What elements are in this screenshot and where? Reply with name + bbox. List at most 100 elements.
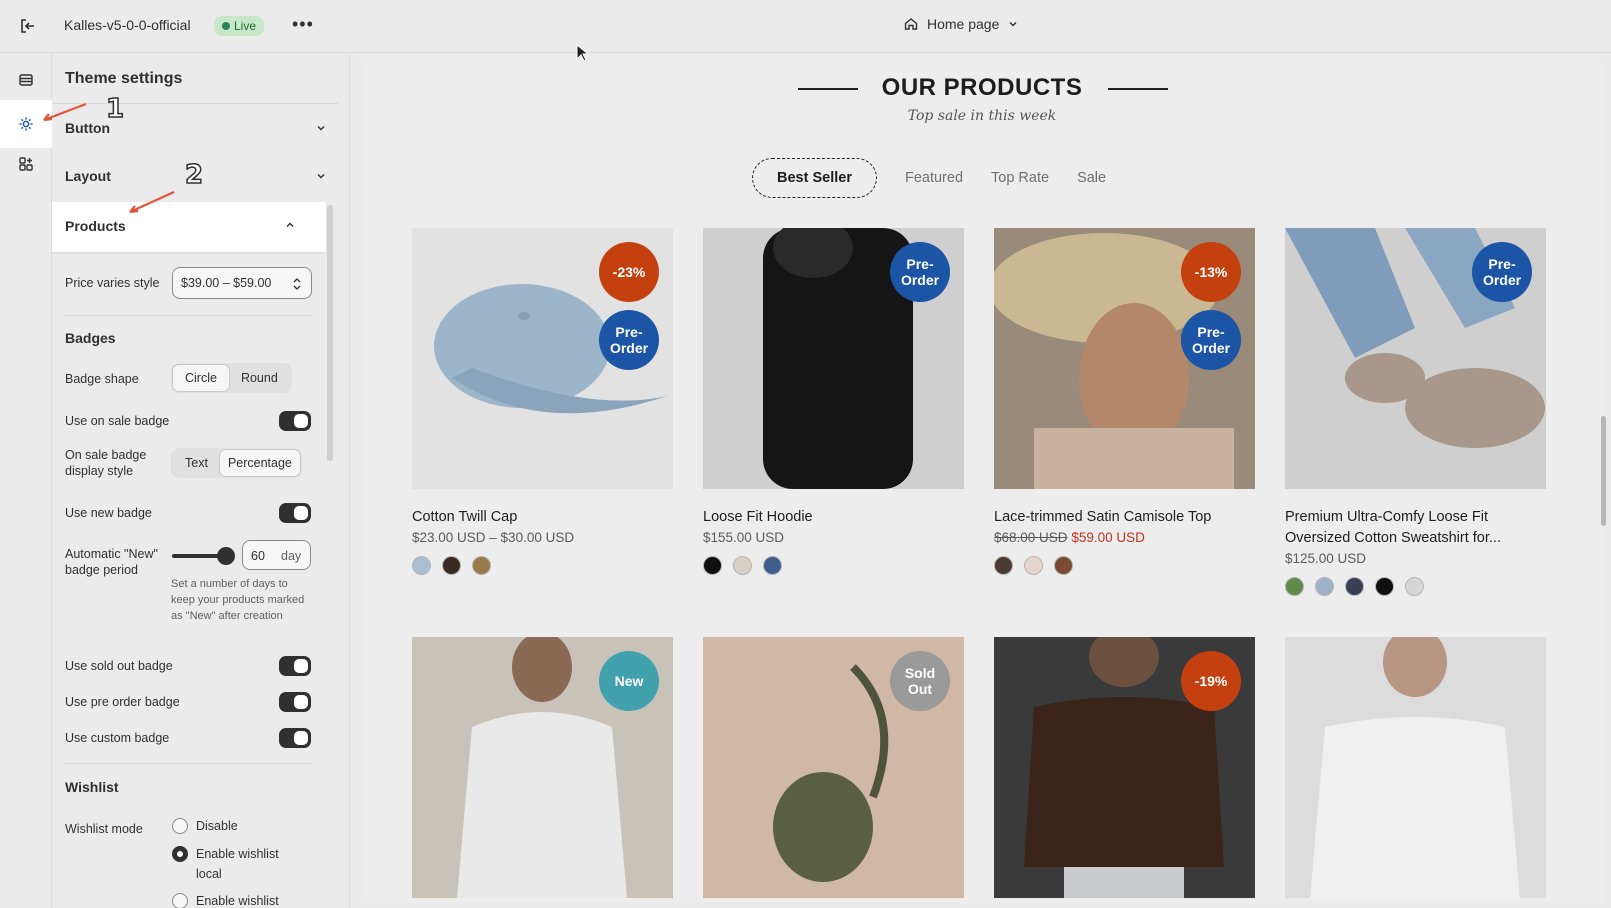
swatch[interactable] <box>1405 577 1424 596</box>
swatch[interactable] <box>442 556 461 575</box>
swatch[interactable] <box>1054 556 1073 575</box>
product-price: $125.00 USD <box>1285 551 1367 566</box>
product-card[interactable] <box>1285 637 1546 898</box>
product-card[interactable]: Pre- Order Loose Fit Hoodie $155.00 USD <box>703 228 964 575</box>
swatch[interactable] <box>1375 577 1394 596</box>
swatch[interactable] <box>472 556 491 575</box>
use-new-badge-toggle[interactable] <box>279 503 311 523</box>
pre-order-badge: Pre- Order <box>1181 310 1241 370</box>
use-pre-order-badge-label: Use pre order badge <box>65 695 180 709</box>
product-card[interactable]: -13% Pre- Order Lace-trimmed Satin Camiso… <box>994 228 1255 575</box>
original-price: $68.00 USD <box>994 530 1068 545</box>
page-selector[interactable]: Home page <box>903 16 1019 32</box>
live-status-badge: Live <box>214 16 265 36</box>
swatch[interactable] <box>1315 577 1334 596</box>
select-arrows-icon <box>293 278 301 290</box>
divider <box>65 763 311 764</box>
tab-top-rate[interactable]: Top Rate <box>991 170 1049 186</box>
swatch[interactable] <box>733 556 752 575</box>
panel-scrollbar[interactable] <box>327 205 333 461</box>
product-image[interactable]: -23% Pre- Order <box>412 228 673 489</box>
price-varies-style-value: $39.00 – $59.00 <box>181 276 272 290</box>
display-style-text[interactable]: Text <box>173 450 220 476</box>
new-badge-period-input[interactable]: 60 day <box>242 540 311 570</box>
product-image[interactable]: -13% Pre- Order <box>994 228 1255 489</box>
new-badge-period-help: Set a number of days to keep your produc… <box>171 578 305 622</box>
sold-out-badge: Sold Out <box>890 651 950 711</box>
discount-badge: -13% <box>1181 242 1241 302</box>
product-image[interactable]: -19% <box>994 637 1255 898</box>
use-sold-out-badge-toggle[interactable] <box>279 656 311 676</box>
product-price: $23.00 USD – $30.00 USD <box>412 530 575 545</box>
wishlist-disable-radio[interactable] <box>172 818 188 834</box>
swatch[interactable] <box>703 556 722 575</box>
wishlist-local-radio[interactable] <box>172 846 188 862</box>
product-name[interactable]: Cotton Twill Cap <box>412 507 673 528</box>
new-badge-period-slider-handle[interactable] <box>217 547 235 565</box>
product-image[interactable] <box>1285 637 1546 898</box>
product-card[interactable]: -23% Pre- Order Cotton Twill Cap $23.00 U… <box>412 228 673 575</box>
home-icon <box>904 18 918 30</box>
product-card[interactable]: Sold Out <box>703 637 964 898</box>
use-new-badge-label: Use new badge <box>65 506 152 520</box>
swatch[interactable] <box>1345 577 1364 596</box>
chevron-up-icon <box>286 222 294 227</box>
pre-order-badge: Pre- Order <box>890 242 950 302</box>
badge-shape-round[interactable]: Round <box>229 365 290 391</box>
use-custom-badge-toggle[interactable] <box>279 728 311 748</box>
badge-shape-label: Badge shape <box>65 372 139 386</box>
discount-badge: -23% <box>599 242 659 302</box>
product-card[interactable]: -19% <box>994 637 1255 898</box>
preview-scrollbar[interactable] <box>1601 416 1606 526</box>
exit-icon[interactable] <box>17 15 39 37</box>
product-card[interactable]: Pre- Order Premium Ultra-Comfy Loose Fit … <box>1285 228 1546 596</box>
price-varies-style-select[interactable]: $39.00 – $59.00 <box>172 267 312 299</box>
display-style-label: On sale badge display style <box>65 448 147 478</box>
sections-icon[interactable] <box>10 64 42 96</box>
mouse-cursor-icon <box>576 44 588 62</box>
product-image[interactable]: New <box>412 637 673 898</box>
store-name: Kalles-v5-0-0-official <box>64 17 191 33</box>
badges-title: Badges <box>65 330 116 346</box>
product-image[interactable]: Pre- Order <box>1285 228 1546 489</box>
wishlist-local-label: Enable wishlist local <box>196 847 279 881</box>
pre-order-badge: Pre- Order <box>599 310 659 370</box>
use-pre-order-badge-toggle[interactable] <box>279 692 311 712</box>
wishlist-disable-label: Disable <box>196 819 238 833</box>
display-style-percentage[interactable]: Percentage <box>219 450 300 476</box>
badge-shape-circle[interactable]: Circle <box>173 365 229 391</box>
product-image[interactable]: Pre- Order <box>703 228 964 489</box>
preview-canvas: OUR PRODUCTS Top sale in this week Best … <box>362 62 1602 902</box>
products-section-subtitle: Top sale in this week <box>907 108 1057 124</box>
wishlist-mode-label: Wishlist mode <box>65 822 143 836</box>
product-image[interactable]: Sold Out <box>703 637 964 898</box>
color-swatches <box>412 556 673 575</box>
use-custom-badge-label: Use custom badge <box>65 731 170 745</box>
use-sold-out-badge-label: Use sold out badge <box>65 659 173 673</box>
badge-shape-segmented: Circle Round <box>171 363 292 393</box>
chevron-down-icon <box>317 126 325 131</box>
wishlist-enable-radio[interactable] <box>172 893 188 908</box>
sale-price: $59.00 USD <box>1071 530 1145 545</box>
swatch[interactable] <box>1285 577 1304 596</box>
swatch[interactable] <box>763 556 782 575</box>
top-bar: Kalles-v5-0-0-official Live ••• Home pag… <box>0 0 1611 62</box>
swatch[interactable] <box>412 556 431 575</box>
panel-title: Theme settings <box>65 70 183 87</box>
more-actions-icon[interactable]: ••• <box>292 14 314 35</box>
annotation-number-2: 2 <box>184 159 204 191</box>
new-badge-period-unit: day <box>281 549 302 563</box>
swatch[interactable] <box>1024 556 1043 575</box>
product-name[interactable]: Loose Fit Hoodie <box>703 507 964 528</box>
tab-featured[interactable]: Featured <box>905 170 963 186</box>
color-swatches <box>994 556 1255 575</box>
product-card[interactable]: New <box>412 637 673 898</box>
color-swatches <box>703 556 964 575</box>
swatch[interactable] <box>994 556 1013 575</box>
white-tee-image <box>1310 637 1520 898</box>
use-on-sale-badge-toggle[interactable] <box>279 411 311 431</box>
tab-sale[interactable]: Sale <box>1077 170 1106 186</box>
tab-best-seller[interactable]: Best Seller <box>752 158 877 198</box>
product-name[interactable]: Lace-trimmed Satin Camisole Top <box>994 507 1255 528</box>
product-name[interactable]: Premium Ultra-Comfy Loose Fit Oversized … <box>1285 507 1546 549</box>
